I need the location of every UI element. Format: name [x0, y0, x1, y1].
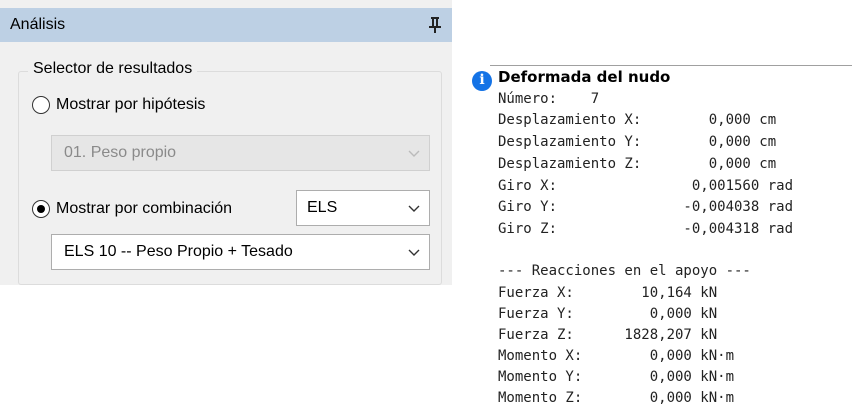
info-icon: i [472, 71, 492, 91]
info-divider [490, 65, 852, 66]
combination-type-select[interactable]: ELS [296, 190, 430, 226]
hypothesis-select: 01. Peso propio [51, 135, 430, 171]
info-line: Número: 7 [498, 91, 600, 107]
info-line: Fuerza Z: 1828,207 kN [498, 327, 718, 343]
info-line: Giro X: 0,001560 rad [498, 178, 794, 194]
hypothesis-select-value: 01. Peso propio [64, 144, 177, 161]
results-selector-label: Selector de resultados [28, 60, 198, 78]
radio-combination[interactable]: Mostrar por combinación [32, 200, 232, 218]
info-line: Giro Z: -0,004318 rad [498, 221, 794, 237]
analysis-panel: Análisis Selector de resultados Mostrar … [0, 0, 452, 285]
combination-type-value: ELS [307, 199, 338, 216]
radio-hypothesis-label[interactable]: Mostrar por hipótesis [56, 96, 205, 114]
chevron-down-icon [408, 150, 420, 157]
chevron-down-icon[interactable] [407, 246, 421, 260]
info-line: Fuerza X: 10,164 kN [498, 285, 718, 301]
info-line: Momento Z: 0,000 kN·m [498, 390, 735, 406]
pin-icon[interactable] [428, 16, 442, 34]
info-line: Desplazamiento Z: 0,000 cm [498, 156, 777, 172]
info-title: Deformada del nudo [498, 68, 671, 86]
info-line: Desplazamiento X: 0,000 cm [498, 112, 777, 128]
info-line: Momento X: 0,000 kN·m [498, 348, 735, 364]
panel-title: Análisis [10, 16, 66, 33]
info-line: Momento Y: 0,000 kN·m [498, 369, 735, 385]
info-line: Desplazamiento Y: 0,000 cm [498, 134, 777, 150]
combination-select-value: ELS 10 -- Peso Propio + Tesado [64, 243, 293, 260]
info-line: Giro Y: -0,004038 rad [498, 199, 794, 215]
radio-hypothesis-circle[interactable] [32, 96, 50, 114]
panel-header: Análisis [0, 8, 452, 42]
info-line: Fuerza Y: 0,000 kN [498, 306, 718, 322]
info-line: --- Reacciones en el apoyo --- [498, 263, 751, 279]
chevron-down-icon[interactable] [407, 202, 421, 216]
radio-combination-circle[interactable] [32, 200, 50, 218]
combination-select[interactable]: ELS 10 -- Peso Propio + Tesado [51, 234, 430, 270]
radio-hypothesis[interactable]: Mostrar por hipótesis [32, 96, 205, 114]
radio-combination-label[interactable]: Mostrar por combinación [56, 200, 232, 218]
